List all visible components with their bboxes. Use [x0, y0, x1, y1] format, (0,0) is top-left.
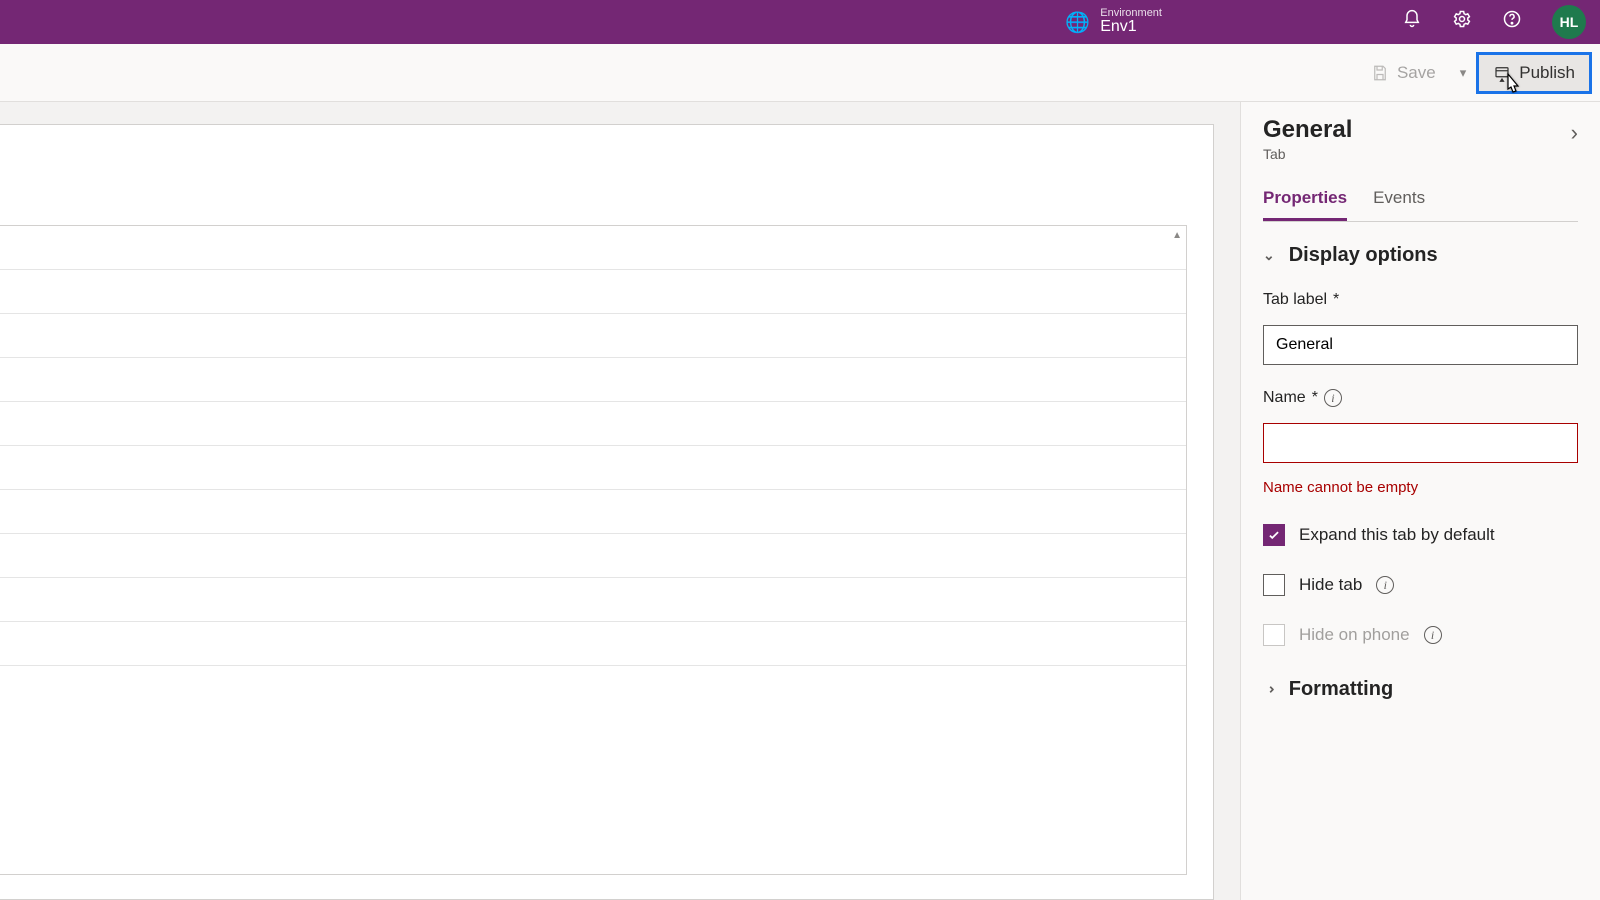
chevron-down-icon: ⌄: [1263, 247, 1275, 264]
section-display-options[interactable]: ⌄ Display options: [1263, 244, 1578, 267]
check-icon: [1267, 528, 1281, 542]
publish-label: Publish: [1519, 63, 1575, 83]
tab-properties[interactable]: Properties: [1263, 180, 1347, 221]
required-marker: *: [1333, 291, 1339, 309]
name-field-label: Name * i: [1263, 389, 1578, 407]
section-formatting[interactable]: ⌄ Formatting: [1263, 678, 1578, 701]
save-label: Save: [1397, 63, 1436, 83]
form-row[interactable]: [0, 270, 1186, 314]
panel-tabs: Properties Events: [1263, 180, 1578, 222]
app-header: 🌐 Environment Env1 HL: [0, 0, 1600, 44]
save-split-chevron-icon[interactable]: ▾: [1454, 65, 1473, 81]
header-actions: HL: [1402, 5, 1586, 39]
hide-on-phone-checkbox: [1263, 624, 1285, 646]
environment-text: Environment Env1: [1100, 8, 1162, 36]
hide-tab-checkbox[interactable]: [1263, 574, 1285, 596]
hide-on-phone-row: Hide on phone i: [1263, 624, 1578, 646]
save-icon: [1371, 64, 1389, 82]
form-row[interactable]: [0, 446, 1186, 490]
chevron-right-icon: ⌄: [1260, 684, 1277, 696]
tab-label-field-label: Tab label *: [1263, 291, 1578, 309]
environment-name: Env1: [1100, 19, 1162, 36]
form-canvas[interactable]: ▲: [0, 124, 1214, 900]
command-bar: Save ▾ Publish: [0, 44, 1600, 102]
section-formatting-label: Formatting: [1289, 678, 1393, 701]
name-error-message: Name cannot be empty: [1263, 479, 1578, 496]
info-icon[interactable]: i: [1424, 626, 1442, 644]
publish-button[interactable]: Publish: [1479, 55, 1589, 91]
hide-on-phone-label: Hide on phone: [1299, 625, 1410, 645]
expand-checkbox[interactable]: [1263, 524, 1285, 546]
avatar-initials: HL: [1560, 14, 1579, 30]
environment-label: Environment: [1100, 8, 1162, 20]
gear-icon[interactable]: [1452, 9, 1472, 35]
avatar[interactable]: HL: [1552, 5, 1586, 39]
expand-label: Expand this tab by default: [1299, 525, 1495, 545]
publish-button-highlight: Publish: [1476, 52, 1592, 94]
main-area: ▲ General Tab › Properties Events ⌄: [0, 102, 1600, 900]
publish-icon: [1493, 64, 1511, 82]
info-icon[interactable]: i: [1376, 576, 1394, 594]
environment-picker[interactable]: 🌐 Environment Env1: [1065, 8, 1162, 36]
hide-tab-label: Hide tab: [1299, 575, 1362, 595]
required-marker: *: [1312, 389, 1318, 407]
chevron-right-icon[interactable]: ›: [1571, 120, 1578, 146]
hide-tab-row: Hide tab i: [1263, 574, 1578, 596]
name-input[interactable]: [1263, 423, 1578, 463]
form-row[interactable]: [0, 358, 1186, 402]
bell-icon[interactable]: [1402, 9, 1422, 35]
info-icon[interactable]: i: [1324, 389, 1342, 407]
form-row[interactable]: [0, 622, 1186, 666]
name-label-text: Name: [1263, 389, 1306, 407]
expand-by-default-row: Expand this tab by default: [1263, 524, 1578, 546]
form-row[interactable]: [0, 402, 1186, 446]
tab-events[interactable]: Events: [1373, 180, 1425, 221]
scroll-up-icon[interactable]: ▲: [1172, 230, 1182, 241]
properties-panel: General Tab › Properties Events ⌄ Displa…: [1240, 102, 1600, 900]
form-row[interactable]: [0, 226, 1186, 270]
panel-title: General: [1263, 116, 1352, 144]
form-row[interactable]: [0, 578, 1186, 622]
globe-icon: 🌐: [1065, 10, 1090, 35]
panel-subtitle: Tab: [1263, 146, 1352, 162]
tab-label-input[interactable]: [1263, 325, 1578, 365]
form-row[interactable]: [0, 490, 1186, 534]
form-row[interactable]: [0, 314, 1186, 358]
form-section[interactable]: ▲: [0, 225, 1187, 875]
panel-header: General Tab ›: [1263, 116, 1578, 162]
tab-label-text: Tab label: [1263, 291, 1327, 309]
form-row[interactable]: [0, 534, 1186, 578]
section-display-options-label: Display options: [1289, 244, 1438, 267]
help-icon[interactable]: [1502, 9, 1522, 35]
save-button: Save: [1357, 55, 1450, 91]
